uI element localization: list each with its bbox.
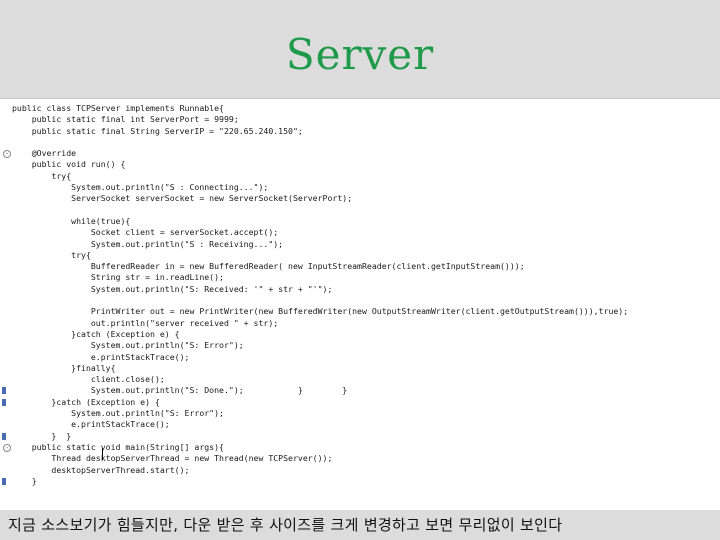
code-line: try{ [12, 249, 91, 260]
code-line: System.out.println("S : Connecting..."); [12, 182, 269, 193]
code-line: PrintWriter out = new PrintWriter(new Bu… [12, 306, 629, 317]
code-line: while(true){ [12, 215, 131, 226]
code-line: System.out.println("S: Received: '" + st… [12, 283, 333, 294]
slide-title-bar: Server [0, 0, 720, 98]
slide-caption: 지금 소스보기가 힘들지만, 다운 받은 후 사이즈를 크게 변경하고 보면 무… [8, 516, 563, 534]
gutter-marker-icon [2, 477, 6, 485]
code-lines: public class TCPServer implements Runnab… [0, 103, 720, 487]
text-caret [102, 448, 103, 460]
code-line: System.out.println("S : Receiving..."); [12, 238, 284, 249]
code-line: public static final String ServerIP = "2… [12, 125, 303, 136]
code-line: public void run() { [12, 159, 126, 170]
code-line: out.println("server received " + str); [12, 317, 279, 328]
caption-bar: 지금 소스보기가 힘들지만, 다운 받은 후 사이즈를 크게 변경하고 보면 무… [0, 510, 720, 540]
code-line: ServerSocket serverSocket = new ServerSo… [12, 193, 353, 204]
code-line: BufferedReader in = new BufferedReader( … [12, 261, 525, 272]
code-line: } [0, 476, 720, 487]
code-line: } } [0, 431, 720, 442]
fold-toggle-icon[interactable]: - [3, 443, 11, 452]
code-line: String str = in.readLine(); [12, 272, 224, 283]
code-line: public class TCPServer implements Runnab… [12, 103, 224, 113]
code-line: System.out.println("S: Error"); [12, 340, 244, 351]
code-line: }catch (Exception e) { [12, 328, 180, 339]
code-line: }catch (Exception e) { [0, 397, 720, 408]
gutter-marker-icon [2, 432, 6, 440]
gutter-marker-icon [2, 398, 6, 406]
gutter-marker-icon [2, 387, 6, 395]
code-line: client.close(); [12, 374, 165, 385]
code-line: Socket client = serverSocket.accept(); [12, 227, 279, 238]
code-line: e.printStackTrace(); [12, 351, 190, 362]
fold-toggle-icon[interactable]: - [3, 150, 11, 159]
code-line: System.out.println("S: Error"); [12, 408, 224, 419]
code-line: public static void main(String[] args){- [0, 442, 720, 453]
code-editor-screenshot: public class TCPServer implements Runnab… [0, 98, 720, 511]
code-line: Thread desktopServerThread = new Thread(… [12, 453, 333, 464]
code-line: e.printStackTrace(); [12, 419, 170, 430]
code-line: }finally{ [12, 362, 116, 373]
code-line: @Override - [0, 148, 720, 159]
code-line: try{ [12, 170, 72, 181]
code-line: public static final int ServerPort = 999… [12, 114, 239, 125]
code-line: System.out.println("S: Done."); } } [0, 385, 720, 396]
code-line: desktopServerThread.start(); [12, 464, 190, 475]
slide-title: Server [285, 30, 435, 79]
